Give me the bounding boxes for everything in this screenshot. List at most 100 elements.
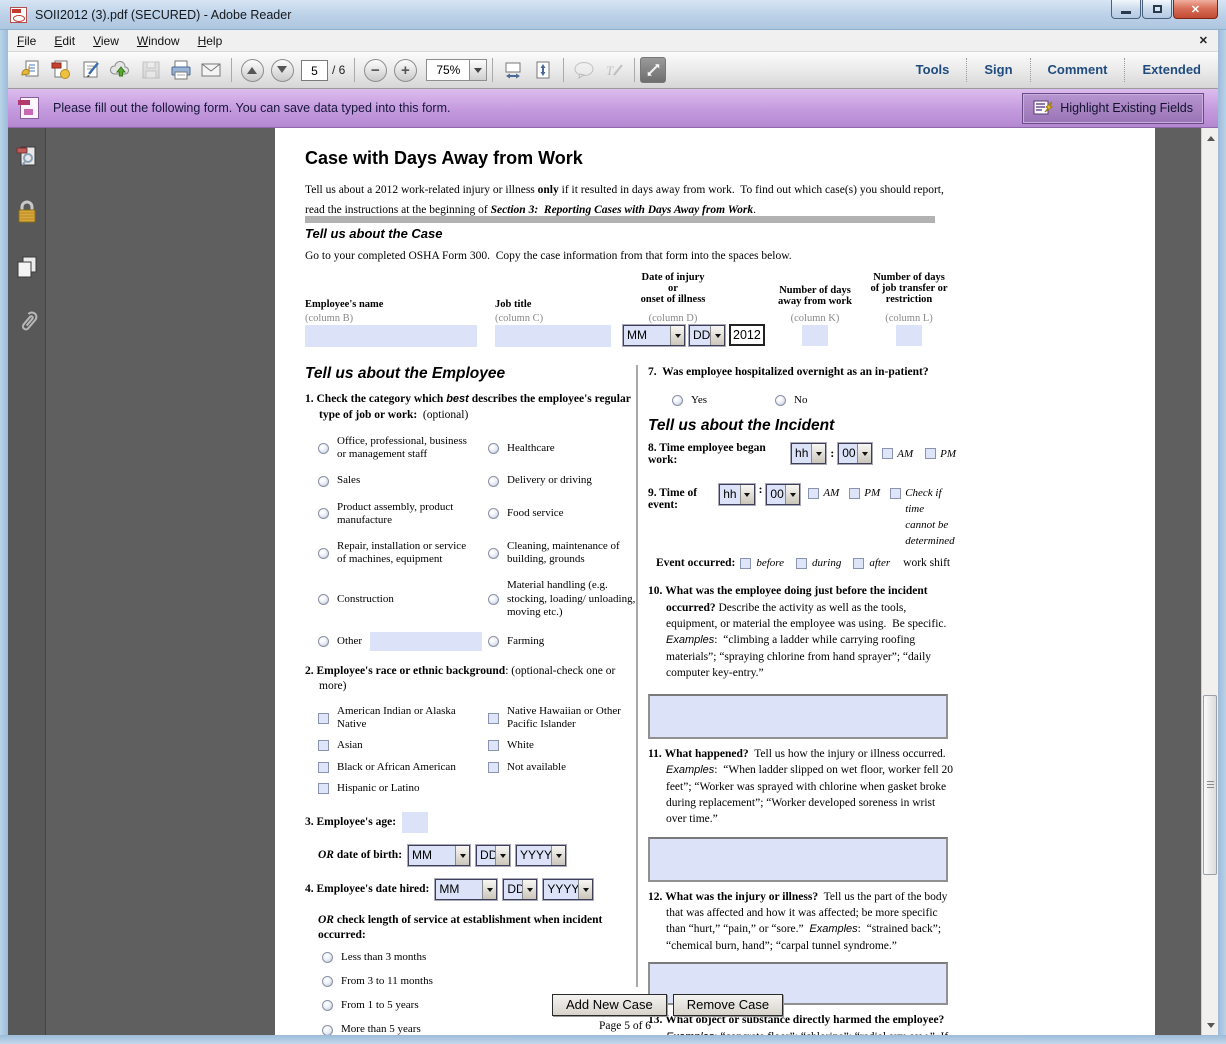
event-min-select[interactable]: 00 bbox=[766, 484, 800, 505]
radio-material-handling[interactable]: Material handling (e.g. stocking, loadin… bbox=[488, 579, 637, 619]
page-number-input[interactable]: 5 bbox=[301, 60, 328, 81]
close-button[interactable]: ✕ bbox=[1173, 0, 1218, 19]
before-checkbox[interactable] bbox=[740, 558, 751, 569]
next-page-button[interactable] bbox=[267, 56, 297, 84]
send-file-button[interactable] bbox=[106, 56, 136, 84]
tab-comment[interactable]: Comment bbox=[1030, 58, 1125, 82]
checkbox-hispanic[interactable]: Hispanic or Latino bbox=[318, 782, 488, 795]
dob-month-select[interactable]: MM bbox=[408, 845, 470, 866]
reading-mode-button[interactable] bbox=[640, 57, 666, 83]
tab-tools[interactable]: Tools bbox=[899, 58, 967, 82]
q10-answer-field[interactable] bbox=[648, 694, 948, 739]
age-field[interactable] bbox=[402, 812, 428, 833]
vertical-scrollbar[interactable] bbox=[1201, 128, 1218, 1035]
radio-other[interactable]: Other bbox=[318, 632, 488, 651]
tab-extended[interactable]: Extended bbox=[1124, 58, 1218, 82]
sign-document-button[interactable] bbox=[76, 56, 106, 84]
page-thumbnails-button[interactable] bbox=[8, 142, 46, 172]
print-button[interactable] bbox=[166, 56, 196, 84]
checkbox-american-indian[interactable]: American Indian or Alaska Native bbox=[318, 705, 488, 731]
fit-width-button[interactable] bbox=[498, 56, 528, 84]
text-markup-button[interactable]: T bbox=[599, 56, 629, 84]
email-button[interactable] bbox=[196, 56, 226, 84]
zoom-dropdown-button[interactable] bbox=[469, 60, 486, 80]
radio-healthcare[interactable]: Healthcare bbox=[488, 435, 637, 461]
injury-day-select[interactable]: DD bbox=[689, 325, 725, 346]
radio-hosp-no[interactable]: No bbox=[775, 394, 807, 407]
during-checkbox[interactable] bbox=[796, 558, 807, 569]
menu-window[interactable]: Window bbox=[128, 31, 189, 51]
hired-day-select[interactable]: DD bbox=[503, 879, 537, 900]
checkbox-asian[interactable]: Asian bbox=[318, 739, 488, 752]
after-checkbox[interactable] bbox=[853, 558, 864, 569]
radio-less-3-months[interactable]: Less than 3 months bbox=[322, 951, 637, 964]
checkbox-native-hawaiian[interactable]: Native Hawaiian or Other Pacific Islande… bbox=[488, 705, 637, 731]
remove-case-button[interactable]: Remove Case bbox=[673, 994, 783, 1016]
radio-3-11-months[interactable]: From 3 to 11 months bbox=[322, 975, 637, 988]
radio-delivery[interactable]: Delivery or driving bbox=[488, 474, 637, 487]
dob-year-select[interactable]: YYYY bbox=[516, 845, 566, 866]
menu-edit[interactable]: Edit bbox=[45, 31, 84, 51]
began-hh-select[interactable]: hh bbox=[791, 443, 826, 464]
add-new-case-button[interactable]: Add New Case bbox=[552, 994, 667, 1016]
menu-help[interactable]: Help bbox=[189, 31, 232, 51]
attachments-panel-button[interactable] bbox=[8, 307, 46, 337]
scroll-up-button[interactable] bbox=[1202, 128, 1219, 144]
event-am-checkbox[interactable] bbox=[808, 488, 819, 499]
job-title-field[interactable] bbox=[495, 325, 611, 347]
radio-product-assembly[interactable]: Product assembly, product manufacture bbox=[318, 501, 488, 527]
security-settings-button[interactable] bbox=[8, 197, 46, 227]
hired-month-select[interactable]: MM bbox=[435, 879, 497, 900]
highlight-fields-button[interactable]: Highlight Existing Fields bbox=[1022, 93, 1204, 124]
open-file-button[interactable] bbox=[16, 56, 46, 84]
dob-day-select[interactable]: DD bbox=[476, 845, 510, 866]
radio-sales[interactable]: Sales bbox=[318, 474, 488, 487]
col-employee-name: Employee's name bbox=[305, 299, 383, 310]
checkbox-white[interactable]: White bbox=[488, 739, 637, 752]
radio-office[interactable]: Office, professional, business or manage… bbox=[318, 435, 488, 461]
began-pm-checkbox[interactable] bbox=[925, 448, 936, 459]
other-text-field[interactable] bbox=[370, 632, 482, 651]
event-pm-checkbox[interactable] bbox=[849, 488, 860, 499]
radio-farming[interactable]: Farming bbox=[488, 632, 637, 651]
scrollbar-thumb[interactable] bbox=[1203, 695, 1217, 875]
save-button[interactable] bbox=[136, 56, 166, 84]
radio-construction[interactable]: Construction bbox=[318, 579, 488, 619]
zoom-in-button[interactable]: + bbox=[390, 56, 420, 84]
restore-button[interactable] bbox=[1142, 0, 1172, 19]
hired-year-select[interactable]: YYYY bbox=[543, 879, 593, 900]
q11-answer-field[interactable] bbox=[648, 837, 948, 882]
injury-year-field[interactable]: 2012 bbox=[729, 324, 765, 346]
zoom-out-button[interactable]: − bbox=[360, 56, 390, 84]
event-hh-select[interactable]: hh bbox=[719, 484, 754, 505]
scroll-down-button[interactable] bbox=[1202, 1019, 1219, 1035]
menu-file[interactable]: File bbox=[8, 31, 45, 51]
radio-food-service[interactable]: Food service bbox=[488, 501, 637, 527]
employee-name-field[interactable] bbox=[305, 325, 477, 347]
comment-tool-button[interactable] bbox=[569, 56, 599, 84]
menu-view[interactable]: View bbox=[84, 31, 128, 51]
zoom-level-control[interactable]: 75% bbox=[426, 59, 487, 81]
radio-cleaning[interactable]: Cleaning, maintenance of building, groun… bbox=[488, 540, 637, 566]
minimize-button[interactable] bbox=[1111, 0, 1141, 19]
injury-month-select[interactable]: MM bbox=[623, 325, 685, 346]
zoom-level-value[interactable]: 75% bbox=[427, 60, 469, 80]
create-pdf-button[interactable] bbox=[46, 56, 76, 84]
checkbox-black[interactable]: Black or African American bbox=[318, 761, 488, 774]
radio-icon bbox=[318, 548, 329, 559]
fit-page-button[interactable] bbox=[528, 56, 558, 84]
previous-page-button[interactable] bbox=[237, 56, 267, 84]
job-transfer-days-field[interactable] bbox=[896, 325, 922, 346]
minus-icon: − bbox=[371, 63, 380, 78]
radio-hosp-yes[interactable]: Yes bbox=[672, 394, 775, 407]
began-min-select[interactable]: 00 bbox=[838, 443, 872, 464]
close-document-icon[interactable]: ✕ bbox=[1199, 34, 1208, 47]
checkbox-not-available[interactable]: Not available bbox=[488, 761, 637, 774]
pages-panel-button[interactable] bbox=[8, 252, 46, 282]
days-away-field[interactable] bbox=[802, 325, 828, 346]
began-am-checkbox[interactable] bbox=[882, 448, 893, 459]
radio-repair[interactable]: Repair, installation or service of machi… bbox=[318, 540, 488, 566]
title-bar[interactable]: SOII2012 (3).pdf (SECURED) - Adobe Reade… bbox=[0, 0, 1226, 30]
tab-sign[interactable]: Sign bbox=[966, 58, 1029, 82]
time-unknown-checkbox[interactable] bbox=[890, 488, 901, 499]
